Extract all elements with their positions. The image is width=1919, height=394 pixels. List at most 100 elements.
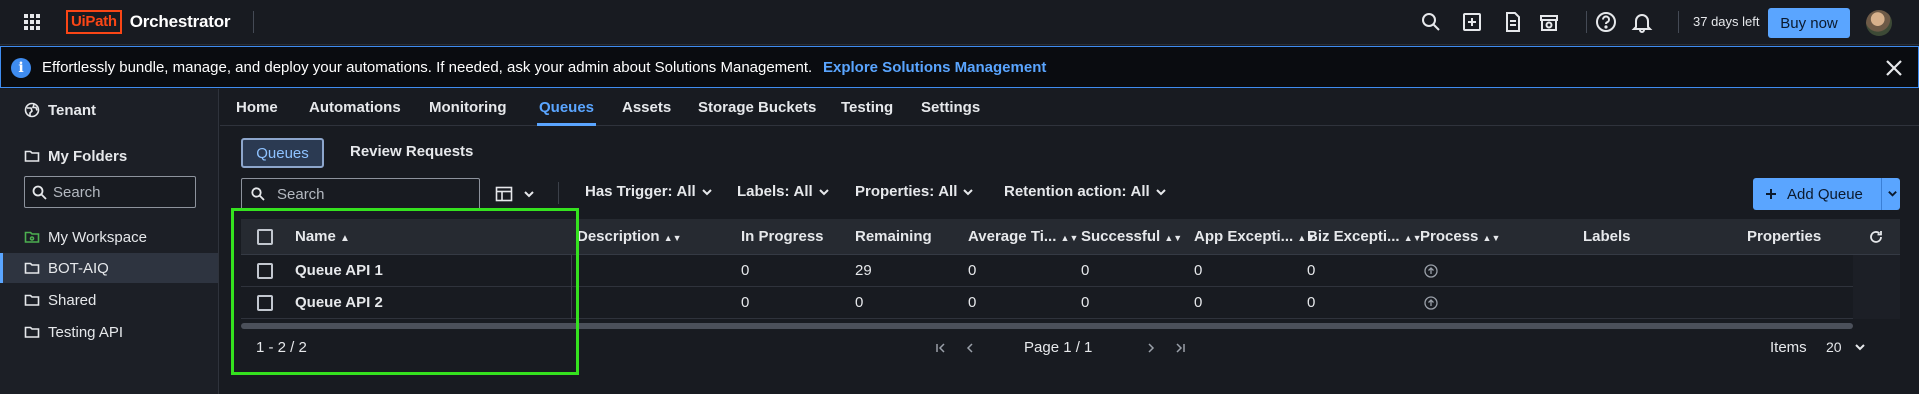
tab-automations[interactable]: Automations	[309, 89, 401, 126]
filter-properties[interactable]: Properties: All	[855, 183, 974, 200]
last-page-icon[interactable]	[1173, 339, 1189, 357]
column-header-description[interactable]: Description ▲▼	[577, 219, 682, 255]
first-page-icon[interactable]	[934, 339, 950, 357]
filter-value: All	[676, 183, 696, 200]
workspace-folder-icon	[24, 229, 40, 245]
bell-icon[interactable]	[1631, 11, 1653, 33]
sidebar-item-my-workspace[interactable]: My Workspace	[0, 222, 218, 252]
column-header-successful[interactable]: Successful ▲▼	[1081, 219, 1182, 255]
table-row[interactable]: Queue API 2 0 0 0 0 0 0	[241, 287, 1900, 319]
sidebar-item-my-folders[interactable]: My Folders	[0, 141, 218, 171]
queue-search-field[interactable]	[277, 185, 457, 203]
filter-has-trigger[interactable]: Has Trigger: All	[585, 183, 713, 200]
queue-remaining: 29	[855, 262, 872, 279]
queue-app-exceptions: 0	[1194, 294, 1203, 311]
chevron-down-icon[interactable]	[1887, 188, 1898, 199]
column-header-name[interactable]: Name ▲	[295, 219, 350, 255]
previous-page-icon[interactable]	[963, 339, 979, 357]
search-icon	[32, 185, 47, 200]
folder-search-input[interactable]	[24, 176, 196, 208]
sidebar-item-label: My Workspace	[48, 228, 147, 246]
horizontal-scrollbar[interactable]	[241, 323, 1853, 329]
chevron-down-icon	[818, 188, 829, 195]
sidebar-item-bot-aiq[interactable]: BOT-AIQ	[0, 253, 218, 283]
next-page-icon[interactable]	[1144, 339, 1160, 357]
search-icon[interactable]	[1420, 11, 1442, 33]
add-box-icon[interactable]	[1461, 11, 1483, 33]
column-header-biz-exceptions[interactable]: Biz Excepti... ▲▼	[1307, 219, 1422, 255]
filter-divider	[558, 182, 559, 204]
tab-assets[interactable]: Assets	[622, 89, 671, 126]
chevron-down-icon	[963, 188, 974, 195]
filter-label: Properties:	[855, 183, 935, 200]
table-columns-icon	[495, 185, 513, 203]
trial-days-left: 37 days left	[1693, 14, 1760, 29]
items-per-page-select[interactable]: 20	[1826, 339, 1866, 355]
subtab-review-requests[interactable]: Review Requests	[350, 143, 473, 160]
items-per-page-label: Items	[1770, 339, 1807, 356]
add-queue-button[interactable]: Add Queue	[1753, 178, 1900, 210]
header-divider-2	[1586, 11, 1587, 33]
filter-labels[interactable]: Labels: All	[737, 183, 830, 200]
sidebar-item-label: BOT-AIQ	[48, 259, 109, 277]
apps-grid-icon[interactable]	[22, 12, 42, 32]
store-icon[interactable]	[1538, 11, 1560, 33]
tab-monitoring[interactable]: Monitoring	[429, 89, 506, 126]
tab-queues[interactable]: Queues	[536, 89, 597, 126]
sidebar-item-label: Shared	[48, 291, 97, 309]
column-header-average-time[interactable]: Average Ti... ▲▼	[968, 219, 1078, 255]
queue-successful: 0	[1081, 262, 1090, 279]
column-header-remaining[interactable]: Remaining	[855, 219, 932, 255]
queue-successful: 0	[1081, 294, 1090, 311]
process-link-icon[interactable]	[1424, 296, 1438, 310]
folder-icon	[24, 148, 40, 164]
explore-solutions-link[interactable]: Explore Solutions Management	[823, 59, 1046, 76]
items-per-page-value: 20	[1826, 339, 1842, 355]
subtab-queues[interactable]: Queues	[241, 138, 324, 168]
folder-icon	[24, 324, 40, 340]
buy-now-button[interactable]: Buy now	[1768, 8, 1850, 38]
header-divider	[253, 11, 254, 33]
info-icon: i	[11, 58, 31, 78]
process-link-icon[interactable]	[1424, 264, 1438, 278]
close-icon[interactable]	[1884, 58, 1904, 78]
avatar[interactable]	[1866, 10, 1892, 36]
tab-settings[interactable]: Settings	[921, 89, 980, 126]
row-checkbox[interactable]	[257, 263, 273, 279]
queues-table: Name ▲ Description ▲▼ In Progress Remain…	[241, 219, 1900, 329]
document-icon[interactable]	[1502, 11, 1524, 33]
queue-app-exceptions: 0	[1194, 262, 1203, 279]
sidebar-item-tenant[interactable]: Tenant	[0, 95, 218, 125]
folder-icon	[24, 292, 40, 308]
orchestrator-logo[interactable]: UiPath Orchestrator	[66, 9, 231, 35]
info-banner: i Effortlessly bundle, manage, and deplo…	[0, 46, 1919, 88]
help-icon[interactable]	[1595, 11, 1617, 33]
chevron-down-icon	[1155, 188, 1166, 195]
column-header-properties[interactable]: Properties	[1747, 219, 1821, 255]
chevron-down-icon	[701, 188, 712, 195]
sidebar-item-testing-api[interactable]: Testing API	[0, 317, 218, 347]
select-all-checkbox[interactable]	[257, 229, 273, 245]
sidebar-item-label: Testing API	[48, 323, 124, 341]
filter-label: Retention action:	[1004, 183, 1127, 200]
tab-home[interactable]: Home	[236, 89, 278, 126]
split-divider	[1881, 178, 1882, 210]
row-checkbox[interactable]	[257, 295, 273, 311]
column-header-process[interactable]: Process ▲▼	[1420, 219, 1500, 255]
column-header-labels[interactable]: Labels	[1583, 219, 1631, 255]
refresh-icon[interactable]	[1868, 229, 1884, 245]
tab-testing[interactable]: Testing	[841, 89, 893, 126]
filter-retention-action[interactable]: Retention action: All	[1004, 183, 1167, 200]
queue-name[interactable]: Queue API 2	[295, 287, 383, 319]
column-header-app-exceptions[interactable]: App Excepti... ▲▼	[1194, 219, 1315, 255]
column-header-in-progress[interactable]: In Progress	[741, 219, 824, 255]
sidebar-item-shared[interactable]: Shared	[0, 285, 218, 315]
chevron-down-icon	[523, 188, 535, 200]
queue-search-input[interactable]	[241, 178, 480, 210]
folder-search-field[interactable]	[53, 183, 193, 201]
tab-storage-buckets[interactable]: Storage Buckets	[698, 89, 816, 126]
table-row[interactable]: Queue API 1 0 29 0 0 0 0	[241, 255, 1900, 287]
table-header: Name ▲ Description ▲▼ In Progress Remain…	[241, 219, 1900, 255]
column-picker-button[interactable]	[495, 183, 535, 205]
queue-name[interactable]: Queue API 1	[295, 255, 383, 287]
